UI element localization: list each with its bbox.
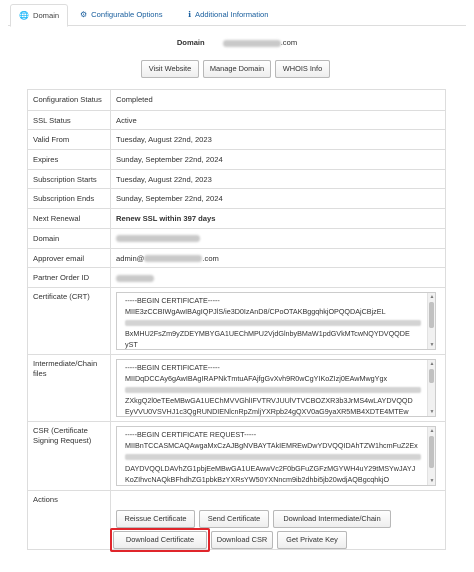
scroll-down-icon[interactable]: ▼	[428, 341, 435, 349]
row-value: Renew SSL within 397 days	[116, 214, 216, 224]
table-row: Partner Order ID	[28, 267, 445, 287]
get-private-key-button[interactable]: Get Private Key	[277, 531, 347, 549]
row-value: Sunday, September 22nd, 2024	[116, 155, 223, 165]
row-label: Certificate (CRT)	[28, 287, 111, 354]
email-prefix: admin@	[116, 253, 145, 263]
table-row: Subscription Ends Sunday, September 22nd,…	[28, 188, 445, 209]
cogs-icon: ⚙	[80, 10, 88, 19]
domain-label: Domain	[176, 38, 205, 47]
table-row: Domain	[28, 227, 445, 248]
blurred-csr-line	[125, 453, 421, 460]
info-icon: ℹ	[188, 10, 192, 19]
row-value: admin@ .com	[111, 249, 445, 268]
table-row: Valid From Tuesday, August 22nd, 2023	[28, 129, 445, 150]
redacted-order-id	[116, 274, 154, 282]
csr-textarea[interactable]: -----BEGIN CERTIFICATE REQUEST----- MIIB…	[116, 425, 436, 486]
redacted-domain	[116, 235, 200, 243]
table-row: Intermediate/Chain files -----BEGIN CERT…	[28, 353, 445, 421]
row-label: Next Renewal	[28, 209, 111, 228]
tab-label: Additional Information	[195, 10, 269, 19]
row-label: Subscription Starts	[28, 169, 111, 189]
globe-icon: 🌐	[19, 11, 29, 20]
tab-label: Configurable Options	[91, 10, 163, 19]
table-row: Approver email admin@ .com	[28, 247, 445, 268]
table-row: Next Renewal Renew SSL within 397 days	[28, 208, 445, 228]
tab-domain[interactable]: 🌐 Domain	[10, 4, 69, 27]
scroll-thumb[interactable]	[429, 301, 434, 328]
table-row: Subscription Starts Tuesday, August 22nd,…	[28, 168, 445, 189]
scroll-up-icon[interactable]: ▲	[428, 293, 435, 301]
scroll-thumb[interactable]	[429, 368, 434, 383]
cert-line: MIIE3zCCBIWgAwIBAgIQPJlS/ie3D0IzAnD8/CPo…	[125, 306, 386, 316]
domain-header: Domain .com	[0, 38, 474, 47]
email-suffix: .com	[202, 253, 219, 263]
visit-website-button[interactable]: Visit Website	[141, 60, 199, 78]
cert-line: yST	[125, 339, 138, 349]
row-label: CSR (Certificate Signing Request)	[28, 421, 111, 490]
table-row: Expires Sunday, September 22nd, 2024	[28, 149, 445, 169]
csr-line: DAYDVQQLDAVhZG1pbjEeMBwGA1UEAwwVc2F0bGFu…	[125, 463, 416, 473]
row-label: Approver email	[28, 248, 111, 268]
table-row: Certificate (CRT) -----BEGIN CERTIFICATE…	[28, 286, 445, 354]
row-label: Intermediate/Chain files	[28, 354, 111, 421]
row-label: Actions	[28, 490, 111, 549]
table-row: Configuration Status Completed	[28, 90, 445, 110]
scrollbar[interactable]: ▲ ▼	[427, 359, 435, 416]
row-value: Completed	[116, 95, 153, 104]
cert-line: MIIDqDCCAy6gAwIBAgIRAPNkTmtuAFAjfgGvXvh9…	[125, 373, 388, 383]
scroll-down-icon[interactable]: ▼	[428, 408, 435, 416]
domain-suffix: .com	[280, 38, 298, 47]
row-value: Active	[116, 115, 137, 125]
cert-line: EyVVU0VSVHJ1c3QgRUNDIENlcnRpZmljYXRpb24g…	[125, 406, 409, 416]
tab-configurable-options[interactable]: ⚙ Configurable Options	[72, 4, 171, 26]
scroll-down-icon[interactable]: ▼	[428, 477, 435, 485]
redacted-domain	[222, 39, 281, 47]
row-label: Domain	[28, 228, 111, 248]
cert-line: ZXkgQ2l0eTEeMBwGA1UEChMVVGhlIFVTRVJUUlVT…	[125, 395, 413, 405]
manage-domain-button[interactable]: Manage Domain	[203, 60, 271, 78]
send-certificate-button[interactable]: Send Certificate	[199, 510, 269, 528]
row-label: Configuration Status	[28, 90, 111, 110]
reissue-certificate-button[interactable]: Reissue Certificate	[116, 510, 195, 528]
csr-line: KoZIhvcNAQkBFhdhZG1pbkBzYXRsYW50YXNncm9i…	[125, 474, 390, 484]
certificate-textarea[interactable]: -----BEGIN CERTIFICATE----- MIIE3zCCBIWg…	[116, 291, 436, 350]
scrollbar[interactable]: ▲ ▼	[427, 292, 435, 349]
highlight-box	[110, 528, 210, 552]
cert-line: -----BEGIN CERTIFICATE-----	[125, 295, 220, 305]
download-intermediate-chain-button[interactable]: Download Intermediate/Chain	[273, 510, 391, 528]
scrollbar[interactable]: ▲ ▼	[427, 426, 435, 485]
service-details-table: Configuration Status Completed SSL Status…	[27, 89, 446, 550]
row-value: Tuesday, August 22nd, 2023	[116, 135, 212, 145]
scroll-up-icon[interactable]: ▲	[428, 427, 435, 435]
row-label: Valid From	[28, 130, 111, 150]
row-value: Sunday, September 22nd, 2024	[116, 194, 223, 204]
csr-line: -----BEGIN CERTIFICATE REQUEST-----	[125, 429, 257, 439]
redacted-email-domain	[144, 255, 203, 262]
scroll-up-icon[interactable]: ▲	[428, 360, 435, 368]
cert-line: -----BEGIN CERTIFICATE-----	[125, 362, 220, 372]
row-label: Expires	[28, 150, 111, 169]
row-label: Subscription Ends	[28, 189, 111, 209]
csr-line: MIIBnTCCASMCAQAwgaMxCzAJBgNVBAYTAkIEMREw…	[125, 440, 418, 450]
cert-line: BxMHU2FsZm9yZDEYMBYGA1UEChMPU2VjdGlnbyBM…	[125, 328, 410, 338]
row-label: Partner Order ID	[28, 268, 111, 287]
table-row: CSR (Certificate Signing Request) -----B…	[28, 420, 445, 490]
tab-label: Domain	[32, 11, 60, 20]
tab-bar: 🌐 Domain ⚙ Configurable Options ℹ Additiona…	[8, 4, 466, 27]
blurred-cert-line	[125, 319, 421, 326]
row-label: SSL Status	[28, 110, 111, 130]
whois-info-button[interactable]: WHOIS Info	[275, 60, 330, 78]
intermediate-textarea[interactable]: -----BEGIN CERTIFICATE----- MIIDqDCCAy6g…	[116, 358, 436, 417]
tab-additional-information[interactable]: ℹ Additional Information	[180, 4, 277, 26]
blurred-cert-line	[125, 386, 421, 393]
row-value	[111, 268, 445, 287]
row-value	[111, 229, 445, 248]
row-value: Tuesday, August 22nd, 2023	[116, 174, 212, 184]
download-csr-button[interactable]: Download CSR	[211, 531, 273, 549]
scroll-thumb[interactable]	[429, 435, 434, 468]
table-row: SSL Status Active	[28, 109, 445, 130]
